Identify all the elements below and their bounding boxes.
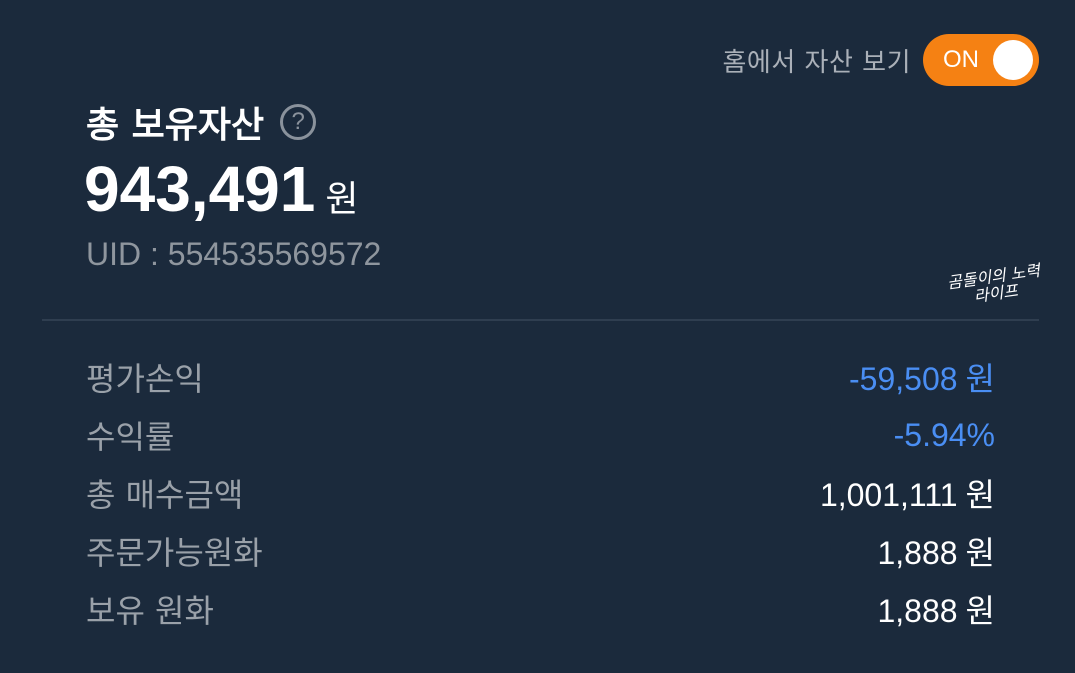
total-assets-unit: 원: [325, 179, 359, 220]
stat-row-total-purchase: 총 매수금액 1,001,111 원: [86, 464, 995, 522]
home-asset-toggle[interactable]: ON: [923, 34, 1039, 86]
stat-label: 평가손익: [86, 360, 204, 398]
stat-value: 1,001,111 원: [819, 476, 995, 514]
stat-label: 총 매수금액: [86, 476, 244, 514]
home-asset-toggle-row: 홈에서 자산 보기 ON: [723, 34, 1039, 86]
total-assets-header: 총 보유자산 ?: [86, 96, 317, 148]
stat-value: -59,508 원: [849, 360, 995, 398]
total-assets-title: 총 보유자산: [86, 105, 265, 146]
stat-value: -5.94%: [893, 416, 995, 453]
user-uid: UID : 554535569572: [86, 236, 382, 272]
stat-value: 1,888 원: [877, 534, 995, 572]
section-divider: [42, 319, 1039, 321]
help-icon[interactable]: ?: [280, 104, 317, 140]
stat-label: 보유 원화: [86, 592, 214, 630]
watermark: 곰돌이의 노력 라이프: [946, 261, 1043, 309]
stat-row-profit-loss: 평가손익 -59,508 원: [86, 348, 995, 406]
stat-label: 수익률: [86, 418, 175, 456]
asset-stats-list: 평가손익 -59,508 원 수익률 -5.94% 총 매수금액 1,001,11…: [86, 348, 995, 638]
total-assets-value: 943,491 원: [84, 152, 358, 226]
toggle-knob: [993, 40, 1033, 80]
stat-row-orderable-krw: 주문가능원화 1,888 원: [86, 522, 995, 580]
stat-row-held-krw: 보유 원화 1,888 원: [86, 580, 995, 638]
toggle-state-text: ON: [943, 46, 979, 73]
total-assets-amount: 943,491: [84, 153, 316, 225]
stat-label: 주문가능원화: [86, 534, 263, 572]
stat-value: 1,888 원: [877, 592, 995, 630]
home-asset-toggle-label: 홈에서 자산 보기: [722, 47, 911, 78]
stat-row-return-rate: 수익률 -5.94%: [86, 406, 995, 464]
